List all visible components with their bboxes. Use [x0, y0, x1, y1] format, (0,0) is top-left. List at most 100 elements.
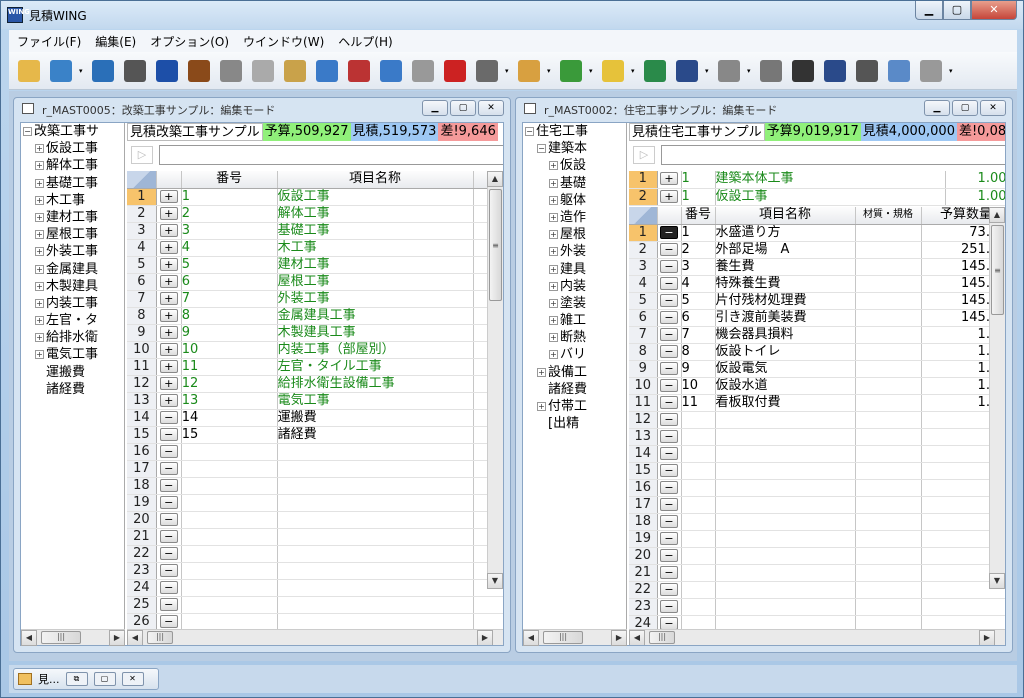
expand-cell[interactable]: + [156, 273, 182, 291]
delete-row-icon[interactable] [345, 57, 373, 85]
scroll-right-icon[interactable]: ▶ [611, 630, 627, 646]
item-number[interactable]: 7 [181, 290, 278, 308]
expand-cell[interactable]: − [156, 596, 182, 614]
expand-toggle-icon[interactable]: + [549, 195, 558, 205]
expand-cell[interactable]: − [657, 309, 682, 327]
row-number[interactable]: 12 [127, 375, 157, 393]
item-number[interactable]: 9 [181, 324, 278, 342]
expand-cell[interactable]: + [156, 188, 182, 206]
open-folder-icon[interactable] [15, 57, 43, 85]
tree-node[interactable]: + 雑工 [523, 312, 626, 329]
expand-toggle-icon[interactable]: + [549, 316, 558, 326]
row-number[interactable]: 6 [127, 273, 157, 291]
yen-icon[interactable] [441, 57, 469, 85]
row-number[interactable]: 21 [127, 528, 157, 546]
tree-node[interactable]: + 解体工事 [21, 157, 124, 174]
expand-cell[interactable]: − [156, 511, 182, 529]
table-row[interactable]: 22− [629, 581, 1005, 599]
scroll-thumb[interactable]: ||| [41, 631, 81, 644]
item-number[interactable] [181, 494, 278, 512]
item-number[interactable] [681, 496, 716, 514]
tree-node[interactable]: + 断熱 [523, 329, 626, 346]
tree-node[interactable]: + 外装 [523, 243, 626, 260]
expand-cell[interactable]: − [156, 494, 182, 512]
row-number[interactable]: 13 [127, 392, 157, 410]
item-number[interactable] [181, 545, 278, 563]
item-number[interactable]: 4 [181, 239, 278, 257]
expand-button[interactable]: + [159, 240, 178, 254]
item-spec[interactable] [855, 598, 922, 616]
parent-row[interactable]: 2 +1 仮設工事 1.00 [629, 188, 1005, 206]
item-number[interactable] [681, 428, 716, 446]
menu-edit[interactable]: 編集(E) [95, 33, 136, 50]
expand-cell[interactable]: − [156, 613, 182, 631]
collapse-button[interactable]: − [660, 310, 678, 324]
nav-input[interactable] [661, 145, 1005, 165]
item-name[interactable]: 左官・タイル工事 [277, 358, 474, 376]
table-corner[interactable] [127, 171, 157, 189]
item-number[interactable]: 11 [181, 358, 278, 376]
maximize-button[interactable]: ▢ [943, 1, 971, 20]
table-row[interactable]: 4−4 特殊養生費 145.32 [629, 275, 1005, 293]
item-number[interactable]: 1 [681, 224, 716, 242]
table-row[interactable]: 16− [127, 443, 503, 461]
edit-icon[interactable] [515, 57, 543, 85]
item-number[interactable] [181, 443, 278, 461]
table-row[interactable]: 7−7機会器具損料1.00 [629, 326, 1005, 344]
item-spec[interactable] [855, 581, 922, 599]
collapse-button[interactable]: − [660, 361, 678, 375]
expand-cell[interactable]: + [657, 171, 682, 189]
expand-cell[interactable]: + [156, 290, 182, 308]
table-row[interactable]: 6−6 引き渡前美装費 145.32 [629, 309, 1005, 327]
item-name[interactable]: 電気工事 [277, 392, 474, 410]
table-row[interactable]: 1−1 水盛遣り方 73.38 [629, 224, 1005, 242]
table-row[interactable]: 3 +3 基礎工事 [127, 222, 503, 240]
expand-cell[interactable]: + [657, 188, 682, 206]
expand-toggle-icon[interactable]: + [537, 367, 546, 377]
expand-cell[interactable]: − [156, 443, 182, 461]
item-qty[interactable]: 1.00 [945, 188, 1005, 206]
item-name[interactable]: 基礎工事 [277, 222, 474, 240]
row-number[interactable]: 5 [629, 292, 658, 310]
expand-cell[interactable]: − [657, 343, 682, 361]
expand-cell[interactable]: + [156, 358, 182, 376]
monitor-icon[interactable] [47, 57, 75, 85]
table-row[interactable]: 11−11看板取付費1.00 [629, 394, 1005, 412]
item-name[interactable]: 引き渡前美装費 [715, 309, 856, 327]
item-name[interactable] [715, 547, 856, 565]
table-row[interactable]: 6 +6 屋根工事 [127, 273, 503, 291]
expand-cell[interactable]: − [657, 326, 682, 344]
scroll-thumb[interactable]: ≡ [489, 189, 502, 301]
item-number[interactable]: 2 [681, 241, 716, 259]
item-spec[interactable] [855, 377, 922, 395]
scroll-left-icon[interactable]: ◀ [629, 630, 645, 645]
collapse-button[interactable]: − [660, 497, 678, 511]
tree-node[interactable]: + バリ [523, 346, 626, 363]
table-row[interactable]: 18− [629, 513, 1005, 531]
row-number[interactable]: 5 [127, 256, 157, 274]
scroll-down-icon[interactable]: ▼ [989, 573, 1005, 589]
expand-cell[interactable]: − [657, 241, 682, 259]
dropdown-arrow-icon[interactable]: ▾ [589, 67, 595, 75]
expand-toggle-icon[interactable]: + [35, 350, 44, 360]
expand-button[interactable]: + [159, 342, 178, 356]
item-name[interactable] [715, 598, 856, 616]
tree-node[interactable]: + 外装工事 [21, 243, 124, 260]
expand-cell[interactable]: − [657, 513, 682, 531]
row-number[interactable]: 18 [127, 477, 157, 495]
collapse-button[interactable]: − [660, 616, 678, 630]
tree-node[interactable]: + 設備工 [523, 364, 626, 381]
row-number[interactable]: 11 [629, 394, 658, 412]
item-name[interactable] [277, 443, 474, 461]
collapse-button[interactable]: − [660, 395, 678, 409]
expand-button[interactable]: + [159, 206, 178, 220]
row-number[interactable]: 24 [127, 579, 157, 597]
table-row[interactable]: 18− [127, 477, 503, 495]
tree-node[interactable]: + 建材工事 [21, 209, 124, 226]
dropdown-arrow-icon[interactable]: ▾ [747, 67, 753, 75]
expand-cell[interactable]: − [657, 428, 682, 446]
expand-cell[interactable]: − [657, 360, 682, 378]
expand-toggle-icon[interactable]: + [35, 333, 44, 343]
row-number[interactable]: 22 [629, 581, 658, 599]
expand-toggle-icon[interactable]: + [549, 264, 558, 274]
